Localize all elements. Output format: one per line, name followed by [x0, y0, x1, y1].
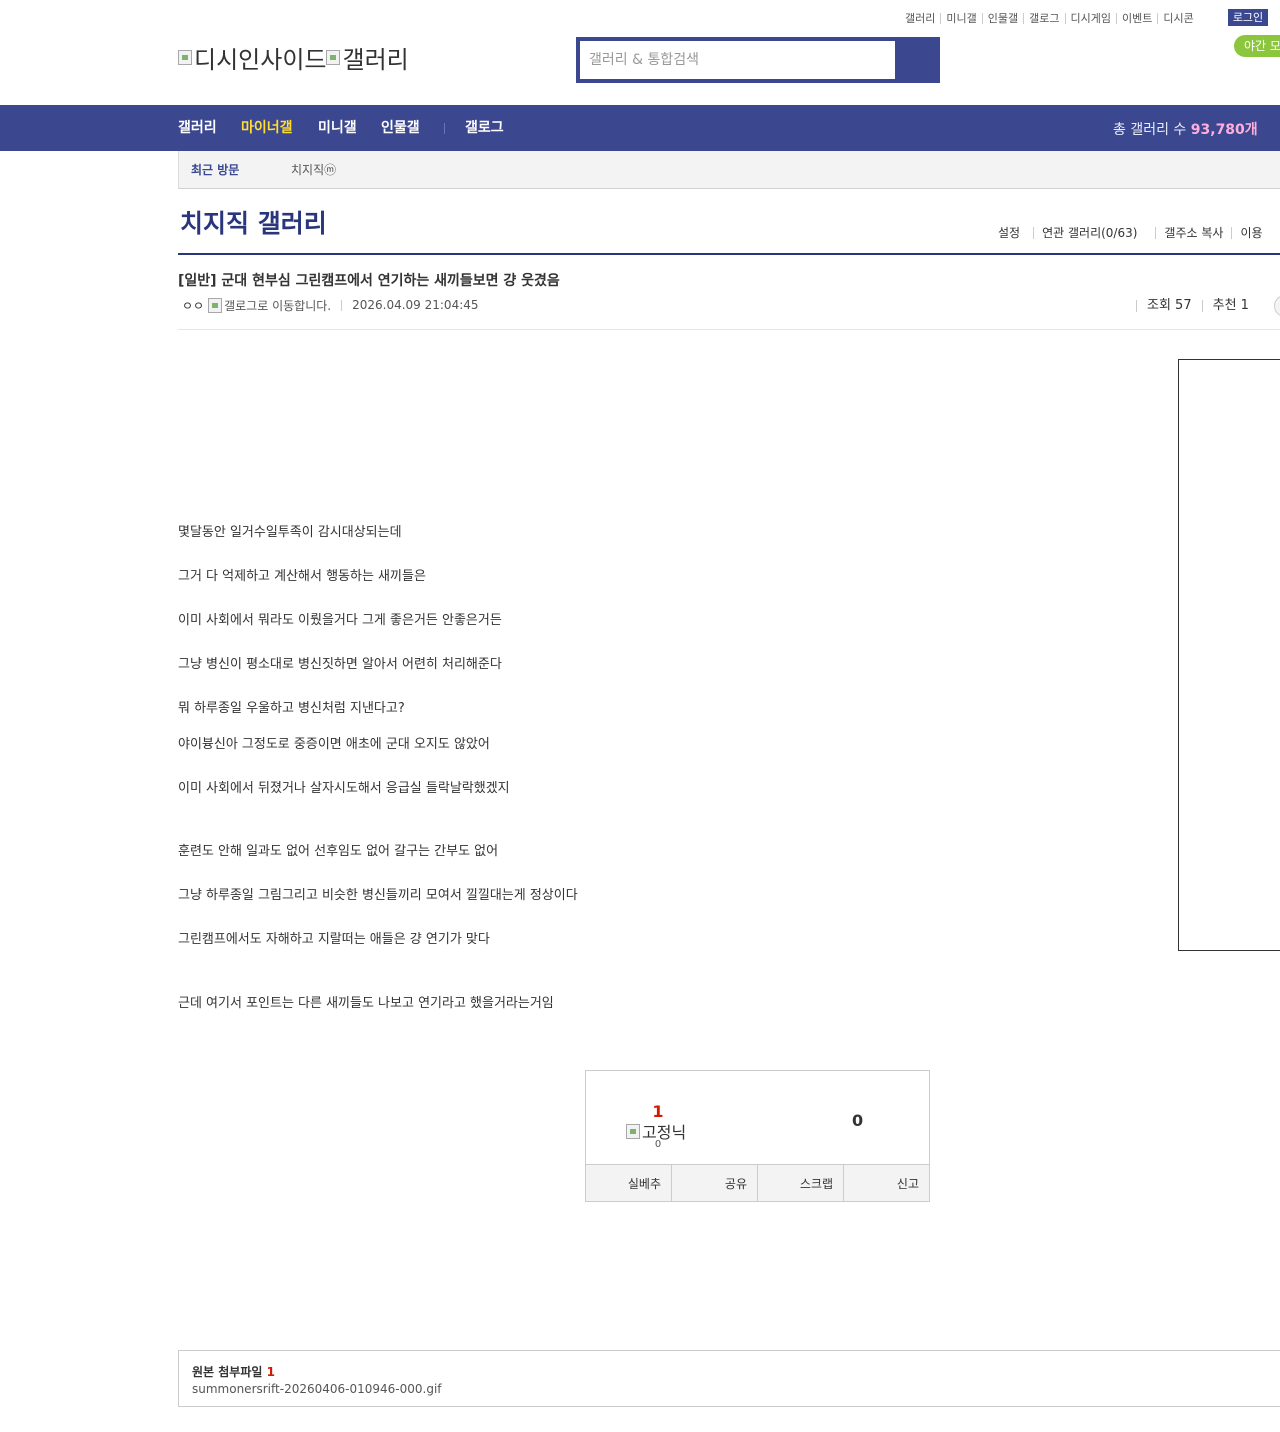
recent-visit-bar: 최근 방문 치지직ⓜ — [178, 151, 1280, 189]
dcinside-logo: 디시인사이드 — [178, 40, 326, 75]
login-button[interactable]: 로그인 — [1228, 9, 1268, 26]
gallog-link[interactable]: 갤로그로 이동합니다. — [208, 297, 331, 314]
gallery-tools: 설정 연관 갤러리(0/63) 갤주소 복사 이용 — [990, 226, 1271, 240]
post-stats: 조회 57 추천 1 — [1136, 295, 1280, 317]
top-link-gallog[interactable]: 갤로그 — [1023, 12, 1064, 24]
real-best-button[interactable]: 실베추 — [586, 1165, 671, 1201]
top-link-gallery[interactable]: 갤러리 — [900, 13, 940, 24]
top-link-game[interactable]: 디시게임 — [1064, 12, 1116, 24]
post-views: 조회 57 — [1136, 299, 1202, 312]
gallery-title[interactable]: 치지직 갤러리 — [180, 204, 327, 240]
attachment-count: 1 — [266, 1365, 275, 1379]
post-body-line: 근데 여기서 포인트는 다른 새끼들도 나보고 연기라고 했을거라는거임 — [178, 996, 554, 1011]
search-box — [576, 37, 940, 83]
nav-gallery[interactable]: 갤러리 — [178, 105, 217, 151]
nav-mini-gallery[interactable]: 미니갤 — [318, 105, 357, 151]
post-date: 2026.04.09 21:04:45 — [352, 298, 479, 312]
recent-visit-item[interactable]: 치지직ⓜ — [291, 151, 336, 189]
post-body-line: 훈련도 안해 일과도 없어 선후임도 없어 갈구는 간부도 없어 — [178, 844, 499, 859]
search-input[interactable] — [580, 41, 895, 79]
night-mode-toggle[interactable]: 야간 모드 — [1234, 35, 1280, 57]
post-body-line: 야이븅신아 그정도로 중증이면 애초에 군대 오지도 않았어 — [178, 737, 490, 752]
top-link-person[interactable]: 인물갤 — [981, 12, 1023, 24]
attachment-label: 원본 첨부파일 1 — [192, 1363, 275, 1380]
post-title: [일반] 군대 현부심 그린캠프에서 연기하는 새끼들보면 걍 웃겼음 — [178, 273, 560, 289]
post-body-line: 그린캠프에서도 자해하고 지랄떠는 애들은 걍 연기가 맞다 — [178, 932, 490, 947]
attachment-label-text: 원본 첨부파일 — [192, 1365, 263, 1379]
meta-divider — [341, 299, 343, 311]
total-gallery-label: 총 갤러리 수 — [1113, 122, 1187, 138]
broken-image-icon — [178, 50, 192, 65]
recommend-down-count: 0 — [852, 1111, 864, 1130]
total-gallery-count: 총 갤러리 수 93,780개 — [1113, 105, 1258, 155]
dcinside-logo-alt: 디시인사이드 — [194, 46, 327, 74]
post-body-line: 뭐 하루종일 우울하고 병신처럼 지낸다고? — [178, 701, 405, 716]
attachment-box: 원본 첨부파일 1 summonersrift-20260406-010946-… — [178, 1350, 1280, 1407]
gallery-usage-link[interactable]: 이용 — [1231, 227, 1270, 239]
nav-minor-gallery[interactable]: 마이너갤 — [241, 105, 293, 151]
top-link-mini[interactable]: 미니갤 — [940, 12, 981, 24]
report-button[interactable]: 신고 — [843, 1165, 929, 1201]
recommend-box: 1 고정닉 0 0 실베추 공유 스크랩 신고 — [585, 1070, 930, 1202]
post-body-line: 그냥 병신이 평소대로 병신짓하면 알아서 어련히 처리해준다 — [178, 657, 502, 672]
post-body-line: 이미 사회에서 뒤졌거나 살자시도해서 응급실 들락날락했겠지 — [178, 781, 510, 796]
gallery-settings-link[interactable]: 설정 — [990, 227, 1031, 239]
copy-gallery-address-link[interactable]: 갤주소 복사 — [1155, 227, 1231, 239]
fixed-nick-count: 0 — [654, 1139, 662, 1150]
nav-person-gallery[interactable]: 인물갤 — [381, 105, 420, 151]
nav-divider — [444, 123, 445, 134]
side-ad-frame — [1178, 359, 1280, 951]
post-body-line: 이미 사회에서 뭐라도 이뤘을거다 그게 좋은거든 안좋은거든 — [178, 613, 502, 628]
post-header-divider — [178, 329, 1280, 330]
gallery-logo-alt: 갤러리 — [342, 46, 409, 74]
share-button[interactable]: 공유 — [671, 1165, 757, 1201]
recommend-actions: 실베추 공유 스크랩 신고 — [586, 1164, 929, 1201]
post-author[interactable]: ㅇㅇ — [182, 297, 204, 314]
related-gallery-link[interactable]: 연관 갤러리(0/63) — [1033, 227, 1155, 239]
post-body-line: 그거 다 억제하고 계산해서 행동하는 새끼들은 — [178, 569, 426, 584]
broken-image-icon — [626, 1123, 640, 1139]
broken-image-icon — [326, 50, 341, 65]
nav-gallog[interactable]: 갤로그 — [465, 105, 504, 151]
post-recommend-count: 추천 1 — [1201, 299, 1259, 312]
top-utility-links: 갤러리 미니갤 인물갤 갤로그 디시게임 이벤트 디시콘 — [900, 10, 1199, 26]
scrap-button[interactable]: 스크랩 — [757, 1165, 843, 1201]
attachment-file-link[interactable]: summonersrift-20260406-010946-000.gif — [192, 1382, 442, 1396]
gallery-logo: 갤러리 — [326, 40, 409, 75]
search-icon — [895, 37, 940, 83]
main-nav: 갤러리 마이너갤 미니갤 인물갤 갤로그 총 갤러리 수 93,780개 — [0, 105, 1280, 151]
post-body-line: 그냥 하루종일 그림그리고 비슷한 병신들끼리 모여서 낄낄대는게 정상이다 — [178, 888, 578, 903]
more-options-button[interactable] — [1273, 295, 1280, 317]
gallog-link-alt: 갤로그로 이동합니다. — [224, 298, 332, 313]
post-body-line: 몇달동안 일거수일투족이 감시대상되는데 — [178, 525, 402, 540]
top-link-event[interactable]: 이벤트 — [1115, 12, 1157, 24]
site-logo[interactable]: 디시인사이드 갤러리 — [178, 40, 409, 75]
broken-image-icon — [208, 297, 223, 313]
top-link-dccon[interactable]: 디시콘 — [1157, 12, 1198, 24]
search-button[interactable] — [895, 37, 940, 83]
title-divider — [178, 253, 1280, 255]
recent-visit-label: 최근 방문 — [191, 163, 240, 177]
post-meta: ㅇㅇ 갤로그로 이동합니다. 2026.04.09 21:04:45 — [182, 296, 479, 314]
total-gallery-value: 93,780개 — [1190, 122, 1258, 138]
